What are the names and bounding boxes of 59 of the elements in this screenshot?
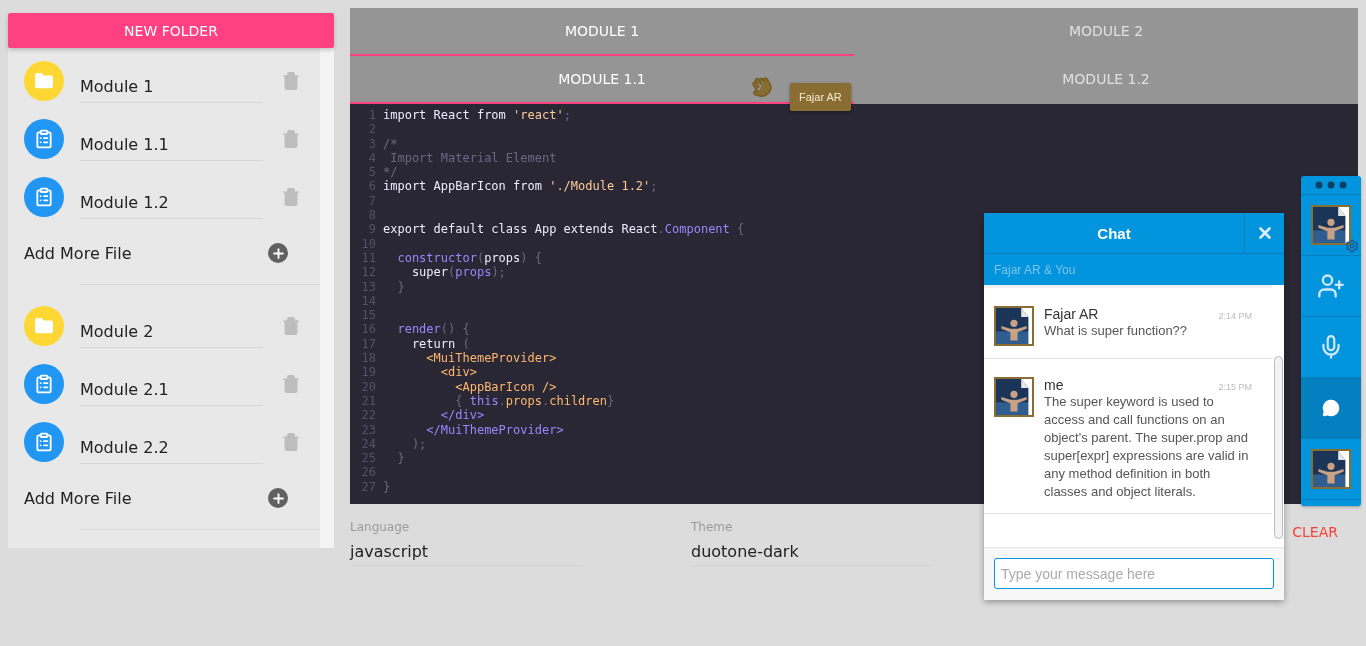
- dock-item[interactable]: [1301, 439, 1361, 500]
- field-value: javascript: [350, 542, 430, 561]
- select-field[interactable]: Language javascript: [350, 520, 582, 566]
- chat-bubble-icon: [1322, 399, 1340, 417]
- item-name[interactable]: Module 2: [80, 312, 263, 348]
- more-icon[interactable]: [1315, 181, 1347, 189]
- code-line: <MuiThemeProvider>: [425, 351, 557, 366]
- clipboard-icon: [24, 177, 64, 217]
- message-time: 2:15 PM: [1218, 382, 1252, 392]
- item-name[interactable]: Module 1.2: [80, 183, 263, 219]
- clipboard-icon: [24, 119, 64, 159]
- settings-icon[interactable]: [1345, 239, 1359, 253]
- field-label: Language: [350, 520, 411, 534]
- message-author: me: [1044, 377, 1064, 393]
- code-line: </MuiThemeProvider>: [425, 422, 564, 437]
- chat-title: Chat: [1096, 223, 1132, 244]
- item-name[interactable]: Module 2.1: [80, 370, 263, 406]
- tooltip: Fajar AR: [790, 83, 851, 111]
- message-text: What is super function??: [1044, 322, 1189, 340]
- field-value: duotone-dark: [691, 542, 800, 561]
- message-input[interactable]: Type your message here: [994, 558, 1274, 589]
- add-icon[interactable]: [268, 488, 288, 508]
- message-author: Fajar AR: [1044, 306, 1099, 322]
- code-line: render() {: [396, 322, 470, 337]
- item-name[interactable]: Module 2.2: [80, 428, 263, 464]
- field-label: Theme: [691, 520, 734, 534]
- code-line: import React from 'react';: [383, 108, 571, 123]
- code-line: </div>: [439, 408, 485, 423]
- clipboard-icon: [24, 422, 64, 462]
- code-line: Import Material Element: [389, 150, 557, 166]
- add-user-icon: [1317, 272, 1345, 300]
- code-line: <AppBarIcon />: [454, 379, 557, 394]
- add-icon[interactable]: [268, 243, 288, 263]
- scrollbar-thumb[interactable]: [1274, 356, 1283, 539]
- message-time: 2:14 PM: [1218, 311, 1252, 321]
- code-line: }: [396, 279, 405, 294]
- code-line: }: [383, 479, 391, 494]
- code-line: return (: [410, 336, 470, 352]
- item-name[interactable]: Module 1.1: [80, 125, 263, 161]
- folder-icon: [24, 61, 64, 101]
- code-line: /*: [383, 136, 398, 151]
- code-line: );: [410, 436, 427, 452]
- code-line: */: [383, 165, 398, 180]
- item-name[interactable]: Module 1: [80, 67, 263, 103]
- select-field[interactable]: Theme duotone-dark: [691, 520, 931, 566]
- code-line: { this.props.children}: [454, 393, 615, 409]
- add-file-label: Add More File: [24, 243, 132, 263]
- chat-subtitle: Fajar AR & You: [984, 254, 1284, 285]
- code-line: export default class App extends React.Component {: [383, 222, 745, 237]
- add-file-label: Add More File: [24, 488, 132, 508]
- dock-item[interactable]: [1301, 195, 1361, 256]
- folder-icon: [24, 306, 64, 346]
- code-line: }: [396, 451, 405, 466]
- code-line: <div>: [439, 365, 477, 380]
- code-line: import AppBarIcon from './Module 1.2';: [383, 179, 658, 194]
- message-text: The super keyword is used to access and call functions on an object's parent. The super.prop and super[expr] expressions are valid in any method definition in both classes and object literals.: [1044, 393, 1250, 501]
- code-line: super(props);: [410, 265, 506, 280]
- code-line: constructor(props) {: [396, 250, 542, 266]
- clipboard-icon: [24, 364, 64, 404]
